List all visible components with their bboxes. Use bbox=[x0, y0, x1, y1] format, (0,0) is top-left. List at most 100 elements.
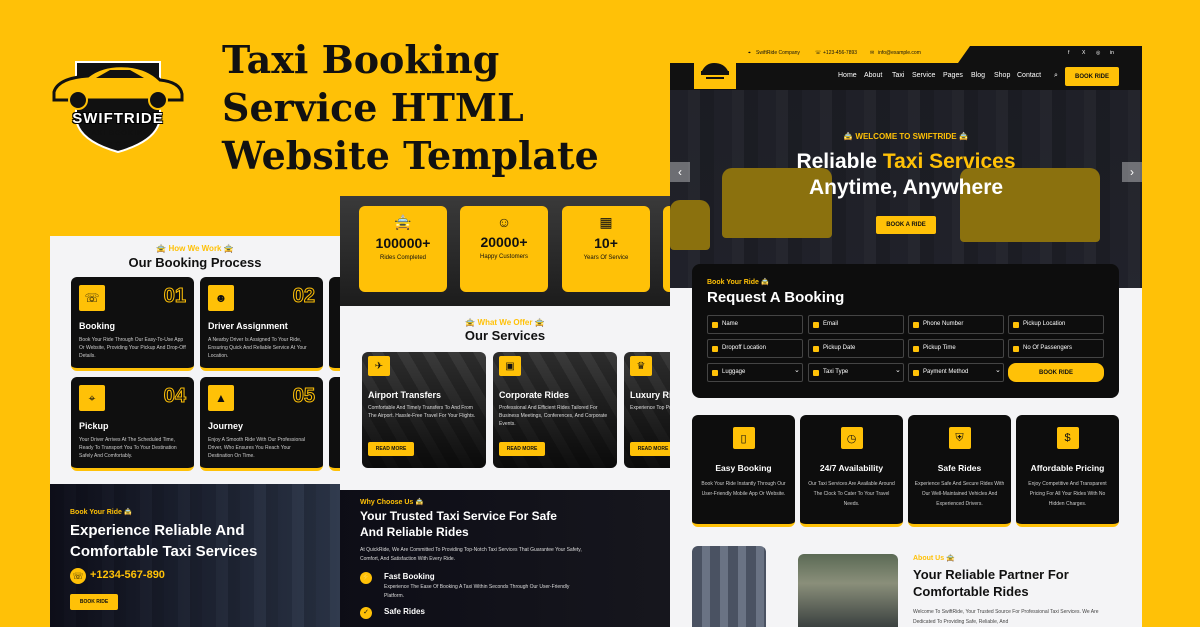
headline-line-3: Website Template bbox=[222, 133, 599, 178]
cta-kicker: Book Your Ride 🚖 bbox=[70, 509, 133, 516]
prev-slide-icon[interactable]: ‹ bbox=[670, 162, 690, 182]
booking-submit-button[interactable]: BOOK RIDE bbox=[1008, 363, 1104, 382]
driver-icon: ☻ bbox=[208, 285, 234, 311]
chevron-down-icon: ⌄ bbox=[895, 367, 901, 374]
pickup-time-field[interactable]: Pickup Time bbox=[908, 339, 1004, 358]
name-field[interactable]: Name bbox=[707, 315, 803, 334]
stat-value: 20000+ bbox=[480, 234, 528, 250]
x-icon[interactable]: X bbox=[1082, 50, 1085, 56]
read-more-button[interactable]: READ MORE bbox=[499, 442, 545, 456]
luggage-select[interactable]: Luggage bbox=[707, 363, 803, 382]
feature-title: Affordable Pricing bbox=[1030, 463, 1105, 473]
service-desc: Experience Top Premium Servi And Comfort bbox=[630, 405, 670, 411]
stat-partial bbox=[663, 206, 670, 292]
pickup-location-field[interactable]: Pickup Location bbox=[1008, 315, 1104, 334]
phone-icon: ☏ bbox=[79, 285, 105, 311]
top-info-bar: ⌖ SwiftRide Company ☏ +123-456-7893 ✉ in… bbox=[670, 46, 1142, 63]
stats-section: 🚖 100000+ Rides Completed ☺ 20000+ Happy… bbox=[340, 196, 670, 306]
nav-blog[interactable]: Blog bbox=[971, 72, 985, 79]
logo-stars: ★ ★ ★ bbox=[106, 141, 130, 148]
nav-logo[interactable] bbox=[694, 53, 736, 89]
process-title: Our Booking Process bbox=[128, 255, 262, 270]
briefcase-icon: ▣ bbox=[499, 356, 521, 376]
services-column: 🚖 100000+ Rides Completed ☺ 20000+ Happy… bbox=[340, 196, 670, 627]
step-title: Booking bbox=[79, 321, 115, 331]
chevron-down-icon: ⌄ bbox=[995, 367, 1001, 374]
instagram-icon[interactable]: ◎ bbox=[1096, 50, 1100, 56]
nav-shop[interactable]: Shop bbox=[994, 72, 1010, 79]
process-card-driver[interactable]: ☻ 02 Driver Assignment A Nearby Driver I… bbox=[200, 277, 323, 371]
about-desc: Welcome To SwiftRide, Your Trusted Sourc… bbox=[913, 609, 1099, 625]
nav-taxi[interactable]: Taxi bbox=[892, 72, 904, 79]
taxi-type-select[interactable]: Taxi Type bbox=[808, 363, 904, 382]
feature-title: Safe Rides bbox=[937, 463, 982, 473]
read-more-button[interactable]: READ MORE bbox=[630, 442, 670, 456]
chevron-down-icon: ⌄ bbox=[794, 367, 800, 374]
nav-contact[interactable]: Contact bbox=[1017, 72, 1041, 79]
location-icon: ⌖ bbox=[748, 50, 751, 56]
hero-title-c: Anytime, Anywhere bbox=[808, 176, 1004, 199]
road-icon: ▲ bbox=[208, 385, 234, 411]
service-card-luxury[interactable]: ♛ Luxury Rides Experience Top Premium Se… bbox=[624, 352, 670, 468]
stat-value: 100000+ bbox=[375, 235, 431, 251]
book-a-ride-button[interactable]: BOOK A RIDE bbox=[876, 216, 936, 234]
booking-kicker: Book Your Ride 🚖 bbox=[707, 279, 770, 286]
why-item-title: Fast Booking bbox=[384, 572, 435, 581]
why-desc: At QuickRide, We Are Committed To Provid… bbox=[360, 547, 582, 562]
process-card-partial-2 bbox=[329, 377, 340, 471]
booking-title: Request A Booking bbox=[707, 289, 845, 306]
service-card-airport[interactable]: ✈ Airport Transfers Comfortable And Time… bbox=[362, 352, 486, 468]
feature-availability: ◷ 24/7 Availability Our Taxi Services Ar… bbox=[800, 415, 903, 527]
hero-title-a: Reliable bbox=[796, 150, 883, 173]
service-desc: Professional And Efficient Rides Tailore… bbox=[499, 405, 608, 427]
linkedin-icon[interactable]: in bbox=[1110, 50, 1114, 56]
book-ride-button[interactable]: BOOK RIDE bbox=[70, 594, 118, 610]
next-slide-icon[interactable]: › bbox=[1122, 162, 1142, 182]
stat-label: Happy Customers bbox=[479, 254, 529, 260]
taxi-icon: 🚖 bbox=[394, 214, 412, 230]
services-kicker: 🚖 What We Offer 🚖 bbox=[465, 318, 545, 327]
payment-method-select[interactable]: Payment Method bbox=[908, 363, 1004, 382]
nav-pages[interactable]: Pages bbox=[943, 72, 963, 79]
nav-book-ride-button[interactable]: BOOK RIDE bbox=[1065, 67, 1119, 86]
about-image-bridge bbox=[798, 554, 898, 627]
why-title: Your Trusted Taxi Service For Safe And R… bbox=[360, 509, 557, 539]
feature-pricing: $ Affordable Pricing Enjoy Competitive A… bbox=[1016, 415, 1119, 527]
process-card-journey[interactable]: ▲ 05 Journey Enjoy A Smooth Ride With Ou… bbox=[200, 377, 323, 471]
nav-service[interactable]: Service bbox=[912, 72, 935, 79]
stat-customers: ☺ 20000+ Happy Customers bbox=[460, 206, 548, 292]
service-title: Luxury Rides bbox=[630, 390, 670, 400]
phone-field[interactable]: Phone Number bbox=[908, 315, 1004, 334]
nav-home[interactable]: Home bbox=[838, 72, 857, 79]
process-card-pickup[interactable]: ⌖ 04 Pickup Your Driver Arrives At The S… bbox=[71, 377, 194, 471]
homepage-preview: ⌖ SwiftRide Company ☏ +123-456-7893 ✉ in… bbox=[670, 46, 1142, 627]
dropoff-location-field[interactable]: Dropoff Location bbox=[707, 339, 803, 358]
process-card-booking[interactable]: ☏ 01 Booking Book Your Ride Through Our … bbox=[71, 277, 194, 371]
crown-icon: ♛ bbox=[630, 356, 652, 376]
service-card-corporate[interactable]: ▣ Corporate Rides Professional And Effic… bbox=[493, 352, 617, 468]
topbar-phone[interactable]: +123-456-7893 bbox=[823, 50, 857, 56]
step-title: Driver Assignment bbox=[208, 321, 288, 331]
headline-line-1: Taxi Booking bbox=[222, 37, 500, 82]
passengers-field[interactable]: No Of Passengers bbox=[1008, 339, 1104, 358]
feature-title: 24/7 Availability bbox=[819, 463, 884, 473]
about-kicker: About Us 🚖 bbox=[913, 555, 955, 562]
facebook-icon[interactable]: f bbox=[1068, 50, 1069, 56]
topbar-email[interactable]: info@example.com bbox=[878, 50, 921, 56]
smile-icon: ☺ bbox=[496, 214, 512, 230]
pickup-date-field[interactable]: Pickup Date bbox=[808, 339, 904, 358]
feature-desc: Enjoy Competitive And Transparent Pricin… bbox=[1028, 481, 1107, 507]
plane-icon: ✈ bbox=[368, 356, 390, 376]
step-title: Pickup bbox=[79, 421, 109, 431]
step-number: 02 bbox=[292, 285, 315, 308]
feature-title: Easy Booking bbox=[715, 463, 772, 473]
cta-phone[interactable]: +1234-567-890 bbox=[90, 569, 165, 581]
hero-banner: 🚖 WELCOME TO SWIFTRIDE 🚖 Reliable Taxi S… bbox=[670, 90, 1142, 288]
step-desc: Your Driver Arrives At The Scheduled Tim… bbox=[79, 437, 177, 459]
nav-about[interactable]: About bbox=[864, 72, 882, 79]
bolt-icon: ⚡ bbox=[360, 572, 372, 584]
email-field[interactable]: Email bbox=[808, 315, 904, 334]
read-more-button[interactable]: READ MORE bbox=[368, 442, 414, 456]
process-card-partial bbox=[329, 277, 340, 371]
search-icon[interactable]: ⌕ bbox=[1054, 72, 1058, 80]
